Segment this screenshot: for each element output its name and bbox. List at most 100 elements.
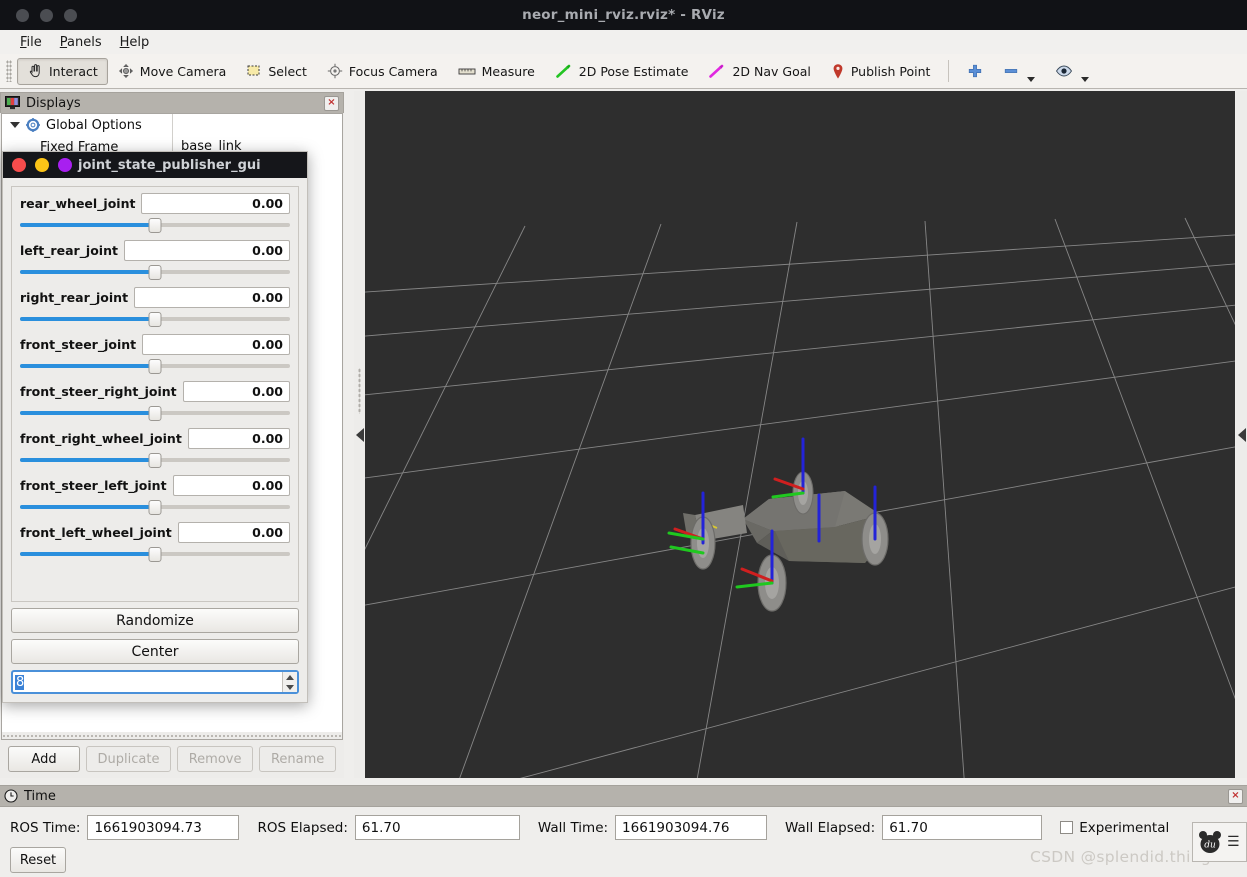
- spinbox-down-icon[interactable]: [286, 684, 294, 690]
- joint-slider-left-rear-joint[interactable]: [20, 264, 290, 280]
- gear-icon: [26, 118, 40, 132]
- baidu-widget-glyph: ☰: [1227, 834, 1240, 850]
- slider-fill: [20, 364, 155, 368]
- joint-slider-rear-wheel-joint[interactable]: [20, 217, 290, 233]
- menu-help[interactable]: Help: [111, 33, 159, 52]
- plus-icon: [967, 63, 983, 79]
- slider-handle[interactable]: [148, 406, 162, 421]
- joint-value-rear-wheel-joint[interactable]: 0.00: [141, 193, 290, 214]
- remove-button[interactable]: Remove: [176, 746, 254, 772]
- jsp-close-dot[interactable]: [12, 158, 26, 172]
- center-button[interactable]: Center: [11, 639, 299, 664]
- chevron-down-icon-2[interactable]: [1081, 76, 1090, 82]
- jsp-maximize-dot[interactable]: [58, 158, 72, 172]
- slider-handle[interactable]: [148, 265, 162, 280]
- toolbar-grip[interactable]: [6, 60, 12, 82]
- main-toolbar: Interact Move Camera Select Focus Camera…: [0, 54, 1247, 89]
- window-minimize-dot[interactable]: [40, 8, 53, 22]
- ros-elapsed-input[interactable]: [354, 815, 520, 840]
- baidu-input-widget[interactable]: du ☰: [1192, 822, 1247, 862]
- window-close-dot[interactable]: [16, 8, 29, 22]
- toolbar-button-move-camera[interactable]: Move Camera: [108, 58, 237, 85]
- window-controls[interactable]: [16, 8, 77, 22]
- window-maximize-dot[interactable]: [64, 8, 77, 22]
- joint-value-front-right-wheel-joint[interactable]: 0.00: [187, 428, 290, 449]
- slider-handle[interactable]: [148, 218, 162, 233]
- joint-label-right-rear-joint: right_rear_joint: [20, 290, 129, 305]
- slider-handle[interactable]: [148, 500, 162, 515]
- joint-slider-front-left-wheel-joint[interactable]: [20, 546, 290, 562]
- 3d-viewport[interactable]: [365, 91, 1235, 778]
- displays-close-button[interactable]: ×: [324, 95, 339, 111]
- reset-button[interactable]: Reset: [10, 847, 66, 873]
- time-panel-title: Time: [24, 788, 56, 804]
- joint-label-left-rear-joint: left_rear_joint: [20, 243, 118, 258]
- slider-fill: [20, 505, 155, 509]
- duplicate-button[interactable]: Duplicate: [86, 746, 171, 772]
- spinbox-arrows[interactable]: [282, 672, 297, 692]
- joint-slider-front-right-wheel-joint[interactable]: [20, 452, 290, 468]
- joint-slider-right-rear-joint[interactable]: [20, 311, 290, 327]
- displays-tree-splitter[interactable]: [2, 732, 342, 739]
- rename-button[interactable]: Rename: [259, 746, 337, 772]
- wall-elapsed-input[interactable]: [882, 815, 1043, 840]
- spinbox-up-icon[interactable]: [286, 674, 294, 680]
- left-dock-collapse-handle[interactable]: [354, 91, 365, 778]
- reset-row: Reset: [0, 840, 1247, 873]
- toolbar-button-add-tool[interactable]: [957, 58, 993, 85]
- toolbar-button-measure[interactable]: Measure: [448, 58, 545, 85]
- displays-panel-title: Displays: [26, 95, 81, 111]
- toolbar-button-select[interactable]: Select: [236, 58, 317, 85]
- wall-time-input[interactable]: [615, 815, 768, 840]
- joint-value-front-steer-joint[interactable]: 0.00: [142, 334, 290, 355]
- joint-value-front-steer-right-joint[interactable]: 0.00: [182, 381, 290, 402]
- clock-icon: [4, 789, 18, 803]
- joint-row-right-rear-joint: right_rear_joint 0.00: [20, 287, 290, 327]
- toolbar-button-2d-nav-goal[interactable]: 2D Nav Goal: [698, 58, 820, 85]
- menu-file[interactable]: File: [11, 33, 51, 52]
- experimental-checkbox[interactable]: [1060, 821, 1074, 834]
- wall-time-field: Wall Time:: [538, 815, 768, 840]
- ros-time-field: ROS Time:: [10, 815, 240, 840]
- toolbar-button-focus-camera[interactable]: Focus Camera: [317, 58, 448, 85]
- chevron-down-icon[interactable]: [1027, 76, 1036, 82]
- toolbar-button-visibility[interactable]: [1045, 58, 1099, 85]
- joint-slider-front-steer-joint[interactable]: [20, 358, 290, 374]
- hand-pointer-icon: [27, 63, 43, 79]
- toolbar-button-remove-tool[interactable]: [993, 58, 1045, 85]
- joint-value-front-steer-left-joint[interactable]: 0.00: [172, 475, 290, 496]
- joint-value-left-rear-joint[interactable]: 0.00: [123, 240, 290, 261]
- toolbar-button-publish-point[interactable]: Publish Point: [821, 58, 941, 85]
- jsp-minimize-dot[interactable]: [35, 158, 49, 172]
- joint-value-front-left-wheel-joint[interactable]: 0.00: [177, 522, 290, 543]
- tree-expand-arrow-icon[interactable]: [10, 122, 20, 128]
- experimental-checkbox-wrap[interactable]: Experimental: [1060, 820, 1169, 836]
- slider-handle[interactable]: [148, 359, 162, 374]
- joint-slider-front-steer-right-joint[interactable]: [20, 405, 290, 421]
- joint-value-right-rear-joint[interactable]: 0.00: [134, 287, 290, 308]
- window-title: neor_mini_rviz.rviz* - RViz: [522, 7, 725, 23]
- time-close-button[interactable]: ×: [1228, 788, 1243, 804]
- tree-row-global-options[interactable]: Global Options: [2, 114, 342, 136]
- toolbar-button-2d-pose-estimate[interactable]: 2D Pose Estimate: [545, 58, 699, 85]
- toolbar-button-interact[interactable]: Interact: [17, 57, 108, 85]
- tree-label-global-options: Global Options: [46, 117, 142, 133]
- slider-handle[interactable]: [148, 547, 162, 562]
- right-dock-collapse-handle[interactable]: [1236, 91, 1247, 778]
- randomize-button[interactable]: Randomize: [11, 608, 299, 633]
- add-button[interactable]: Add: [8, 746, 80, 772]
- tree-value-global-options: [172, 114, 342, 136]
- jsp-titlebar[interactable]: joint_state_publisher_gui: [3, 152, 307, 178]
- jsp-body: rear_wheel_joint 0.00 left_rear_joint 0.…: [3, 178, 307, 702]
- ros-time-input[interactable]: [87, 815, 240, 840]
- slider-handle[interactable]: [148, 453, 162, 468]
- magenta-arrow-icon: [708, 63, 726, 79]
- joint-count-spinbox-value[interactable]: 8: [15, 674, 24, 690]
- joint-count-spinbox[interactable]: 8: [11, 670, 299, 694]
- slider-fill: [20, 458, 155, 462]
- menu-panels[interactable]: Panels: [51, 33, 111, 52]
- joint-slider-front-steer-left-joint[interactable]: [20, 499, 290, 515]
- slider-handle[interactable]: [148, 312, 162, 327]
- slider-fill: [20, 552, 155, 556]
- green-arrow-icon: [555, 63, 573, 79]
